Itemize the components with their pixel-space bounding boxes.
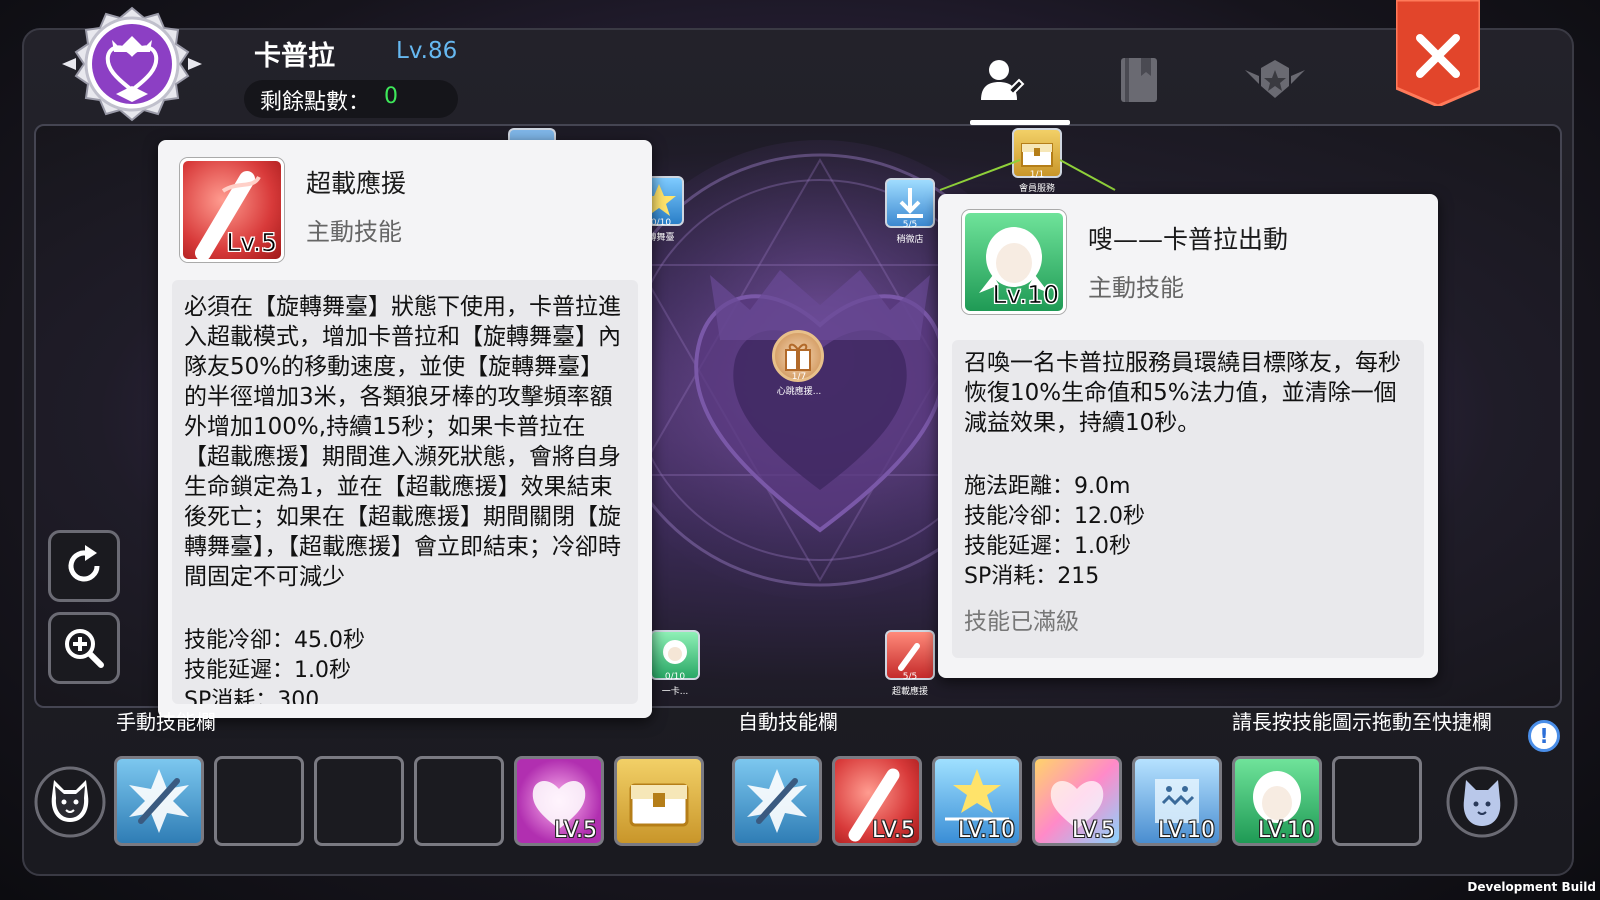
character-name: 卡普拉	[254, 41, 335, 72]
sword-burst-skill-icon	[129, 769, 189, 833]
tab-character-skills[interactable]	[966, 48, 1036, 112]
skill-description: 必須在【旋轉舞臺】狀態下使用，卡普拉進入超載模式，增加卡普拉和【旋轉舞臺】內隊友…	[184, 294, 621, 590]
close-button[interactable]	[1396, 0, 1480, 106]
overload-cheer-skill-icon: Lv.5	[180, 158, 284, 262]
tree-node-right-label: 稍微店	[896, 235, 924, 245]
auto-slot-1[interactable]	[732, 756, 822, 846]
auto-slot-6[interactable]: LV.10	[1232, 756, 1322, 846]
manual-slot-2[interactable]	[214, 756, 304, 846]
skill-stat-delay: 技能延遲：1.0秒	[964, 534, 1131, 559]
slot-level-label: LV.10	[1157, 818, 1215, 843]
skill-level-label: Lv.5	[226, 228, 277, 258]
development-build-label: Development Build	[1467, 880, 1596, 894]
skill-stat-sp-cost: SP消耗：300	[184, 688, 320, 704]
manual-skill-bar-label: 手動技能欄	[116, 710, 216, 734]
tree-node-center-label: 心跳應援...	[776, 387, 822, 397]
manual-slot-5[interactable]: LV.5	[514, 756, 604, 846]
kafra-dispatch-skill-icon: Lv.10	[962, 210, 1066, 314]
skill-title: 超載應援	[306, 169, 407, 198]
class-emblem-icon	[62, 6, 202, 122]
skill-tooltip-kafra-dispatch: Lv.10 嗖——卡普拉出動 主動技能 召喚一名卡普拉服務員環繞目標隊友，每秒恢…	[938, 194, 1438, 678]
refresh-icon	[68, 545, 100, 582]
auto-skill-bar-label: 自動技能欄	[738, 710, 838, 734]
auto-slot-4[interactable]: LV.5	[1032, 756, 1122, 846]
skill-description: 召喚一名卡普拉服務員環繞目標隊友，每秒恢復10%生命值和5%法力值，並清除一個減…	[964, 350, 1401, 436]
skill-tooltip-overload-cheer: Lv.5 超載應援 主動技能 必須在【旋轉舞臺】狀態下使用，卡普拉進入超載模式，…	[158, 140, 652, 718]
tree-node-right-count: 5/5	[902, 220, 918, 230]
character-skill-tab-icon	[981, 60, 1025, 100]
slot-level-label: LV.10	[957, 818, 1015, 843]
sword-burst-skill-icon	[747, 769, 807, 833]
tree-node-bottom-right-count: 5/5	[902, 672, 918, 682]
skill-details-box: 必須在【旋轉舞臺】狀態下使用，卡普拉進入超載模式，增加卡普拉和【旋轉舞臺】內隊友…	[172, 280, 638, 704]
skill-stat-cooldown: 技能冷卻：45.0秒	[184, 628, 365, 653]
manual-slot-4[interactable]	[414, 756, 504, 846]
skill-title: 嗖——卡普拉出動	[1088, 225, 1289, 254]
drag-hint-text: 請長按技能圖示拖動至快捷欄	[1232, 710, 1492, 734]
info-button[interactable]: !	[1528, 720, 1560, 752]
skill-stat-sp-cost: SP消耗：215	[964, 564, 1100, 589]
character-level: Lv.86	[396, 38, 458, 64]
black-cat-button[interactable]	[34, 766, 106, 838]
skill-max-level-status: 技能已滿級	[964, 609, 1079, 635]
blue-cat-button[interactable]	[1446, 766, 1518, 838]
manual-slot-3[interactable]	[314, 756, 404, 846]
zoom-button[interactable]	[48, 612, 120, 684]
skill-stat-delay: 技能延遲：1.0秒	[184, 658, 351, 683]
tab-rank-emblem[interactable]	[1240, 48, 1310, 112]
skill-book-tab-icon	[1121, 58, 1157, 102]
auto-slot-7[interactable]	[1332, 756, 1422, 846]
tree-node-center-count: 1/7	[791, 372, 807, 382]
skill-stat-range: 施法距離：9.0m	[964, 474, 1131, 499]
tree-node-bottom-right-label: 超載應援	[891, 687, 928, 697]
skill-level-label: Lv.10	[992, 280, 1059, 310]
rank-emblem-tab-icon	[1245, 60, 1305, 98]
skill-tree-screen: { "header": { "character_name": "卡普拉", "…	[0, 0, 1600, 900]
tab-skill-book[interactable]	[1104, 48, 1174, 112]
slot-level-label: LV.10	[1257, 818, 1315, 843]
treasure-chest-skill-icon	[629, 783, 689, 827]
skill-type: 主動技能	[306, 218, 402, 246]
skill-details-box: 召喚一名卡普拉服務員環繞目標隊友，每秒恢復10%生命值和5%法力值，並清除一個減…	[952, 340, 1424, 658]
skill-stat-cooldown: 技能冷卻：12.0秒	[964, 504, 1145, 529]
manual-slot-1[interactable]	[114, 756, 204, 846]
reset-button[interactable]	[48, 530, 120, 602]
manual-slot-6[interactable]	[614, 756, 704, 846]
auto-slot-3[interactable]: LV.10	[932, 756, 1022, 846]
slot-level-label: LV.5	[553, 818, 597, 843]
auto-slot-5[interactable]: LV.10	[1132, 756, 1222, 846]
slot-level-label: LV.5	[871, 818, 915, 843]
remaining-points-label: 剩餘點數：	[260, 90, 371, 115]
active-tab-indicator	[970, 120, 1070, 125]
zoom-in-icon	[65, 629, 104, 668]
slot-level-label: LV.5	[1071, 818, 1115, 843]
auto-slot-2[interactable]: LV.5	[832, 756, 922, 846]
remaining-points-value: 0	[384, 84, 398, 109]
tree-connector-lines	[939, 159, 1116, 191]
skill-type: 主動技能	[1088, 274, 1184, 302]
